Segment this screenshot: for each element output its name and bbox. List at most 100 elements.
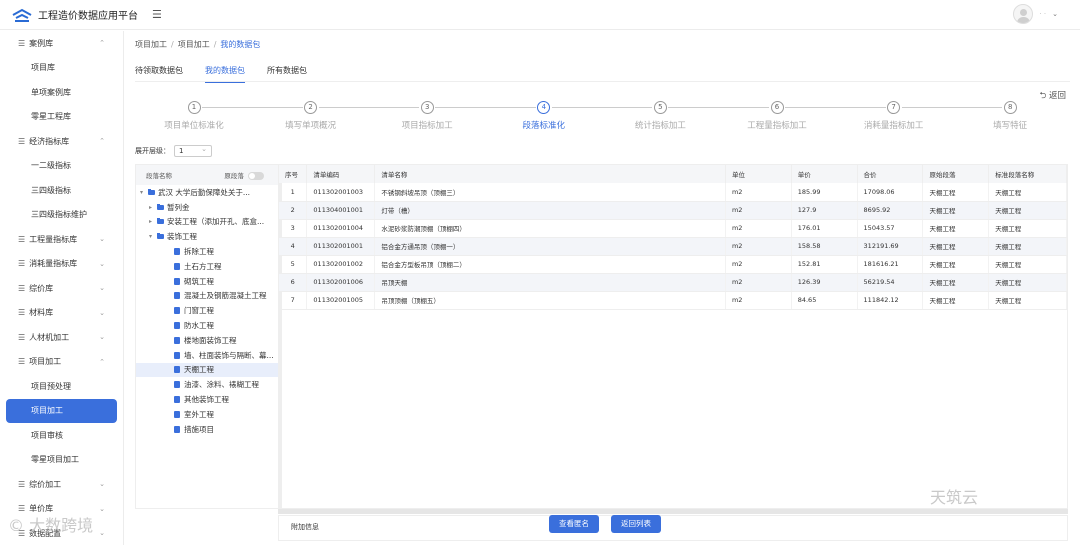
avatar[interactable]	[1013, 4, 1034, 24]
table-row[interactable]: 1 011302001003 不锈钢斜坡吊顶（顶棚三） m2 185.99 17098.0…	[279, 183, 1067, 202]
step-item[interactable]: 5 统计指标加工	[600, 101, 720, 131]
user-menu[interactable]: · · ⌄	[1013, 4, 1058, 24]
table-cell: 天棚工程	[988, 273, 1067, 292]
table-row[interactable]: 3 011302001004 水泥砂浆防潮顶棚（顶棚四） m2 176.01 15043.…	[279, 219, 1067, 238]
table-cell: 011302001002	[306, 255, 376, 274]
chevron-down-icon[interactable]: ⌄	[99, 284, 105, 292]
step-item[interactable]: 4 段落标准化	[484, 101, 604, 131]
tree-node[interactable]: 土石方工程	[136, 259, 278, 274]
sidebar-item[interactable]: 一二级指标	[0, 154, 123, 179]
table-row[interactable]: 7 011302001005 吊顶顶棚（顶棚五） m2 84.65 111842.12 天棚…	[279, 291, 1067, 310]
sidebar-item[interactable]: 单项案例库	[0, 80, 123, 105]
step-item[interactable]: 8 填写特征	[950, 101, 1070, 131]
table-cell: 铝合金方型板吊顶（顶棚二）	[374, 255, 726, 274]
hamburger-icon[interactable]: ☰	[152, 8, 162, 21]
tree-node[interactable]: 防水工程	[136, 318, 278, 333]
table-cell: m2	[725, 273, 792, 292]
tree-node[interactable]: ▸ 安装工程（添加开孔、底盒...	[136, 215, 278, 230]
back-to-list-button[interactable]: 返回列表	[611, 515, 661, 533]
step-item[interactable]: 3 项目指标加工	[367, 101, 487, 131]
sidebar-group[interactable]: ☰ 人材机加工 ⌄	[0, 325, 123, 350]
step-number: 3	[420, 101, 434, 114]
sidebar-item[interactable]: 项目审核	[0, 423, 123, 448]
chevron-down-icon[interactable]: ⌄	[1052, 10, 1058, 18]
view-anonymous-button[interactable]: 查看匿名	[549, 515, 599, 533]
table-resize-handle[interactable]	[278, 509, 1068, 514]
column-header[interactable]: 清单名称	[374, 165, 726, 183]
caret-down-icon[interactable]: ▾	[149, 233, 157, 240]
chevron-down-icon[interactable]: ⌄	[99, 480, 105, 488]
sidebar-group[interactable]: ☰ 案例库 ⌃	[0, 31, 123, 56]
tree-node[interactable]: 墙、柱面装饰与隔断、幕...	[136, 348, 278, 363]
sidebar-item[interactable]: 零星工程库	[0, 105, 123, 130]
caret-right-icon[interactable]: ▸	[149, 204, 157, 211]
tree-node[interactable]: ▾ 装饰工程	[136, 229, 278, 244]
tree-node[interactable]: ▾ 武汉 大学后勤保障处关于...	[136, 185, 278, 200]
chevron-down-icon[interactable]: ⌄	[99, 309, 105, 317]
sidebar-item[interactable]: 项目预处理	[0, 374, 123, 399]
table-cell: 011302001001	[306, 237, 376, 256]
breadcrumb-item[interactable]: 项目加工	[135, 40, 167, 49]
chevron-down-icon[interactable]: ⌄	[99, 505, 105, 513]
chevron-down-icon[interactable]: ⌄	[99, 235, 105, 243]
caret-down-icon[interactable]: ▾	[140, 189, 148, 196]
breadcrumb-item[interactable]: 项目加工	[178, 40, 210, 49]
step-item[interactable]: 1 项目单位标准化	[134, 101, 254, 131]
tree-node[interactable]: 砌筑工程	[136, 274, 278, 289]
column-header[interactable]: 清单编码	[306, 165, 376, 183]
sidebar-group[interactable]: ☰ 材料库 ⌄	[0, 301, 123, 326]
table-cell: 水泥砂浆防潮顶棚（顶棚四）	[374, 219, 726, 238]
step-number: 7	[887, 101, 901, 114]
tree-node[interactable]: 其他装饰工程	[136, 392, 278, 407]
sidebar-group[interactable]: ☰ 综价加工 ⌄	[0, 472, 123, 497]
tree-node[interactable]: ▸ 暂列金	[136, 200, 278, 215]
tree-node[interactable]: 混凝土及钢筋混凝土工程	[136, 289, 278, 304]
step-item[interactable]: 7 消耗量指标加工	[834, 101, 954, 131]
column-header[interactable]: 标准段落名称	[988, 165, 1067, 183]
table-cell: 126.39	[791, 273, 858, 292]
sidebar-item[interactable]: 三四级指标维护	[0, 203, 123, 228]
table-row[interactable]: 2 011304001001 灯带（槽） m2 127.9 8695.92 天棚工程 天棚工程	[279, 201, 1067, 220]
step-item[interactable]: 6 工程量指标加工	[717, 101, 837, 131]
expand-level-select[interactable]: 1	[174, 144, 212, 157]
chevron-up-icon[interactable]: ⌃	[99, 39, 105, 47]
column-header[interactable]: 单价	[791, 165, 858, 183]
column-header[interactable]: 合价	[857, 165, 924, 183]
chevron-down-icon[interactable]: ⌄	[99, 260, 105, 268]
sidebar-item-label: 项目加工	[29, 357, 62, 367]
caret-right-icon[interactable]: ▸	[149, 218, 157, 225]
document-icon	[174, 366, 180, 374]
sidebar-item[interactable]: 零星项目加工	[0, 448, 123, 473]
chevron-down-icon[interactable]: ⌄	[99, 333, 105, 341]
chevron-up-icon[interactable]: ⌃	[99, 358, 105, 366]
table-row[interactable]: 5 011302001002 铝合金方型板吊顶（顶棚二） m2 152.81 181616…	[279, 255, 1067, 274]
sidebar-group[interactable]: ☰ 综价库 ⌄	[0, 276, 123, 301]
tree-node[interactable]: 措施项目	[136, 422, 278, 437]
document-icon	[174, 307, 180, 315]
sidebar-group[interactable]: ☰ 工程量指标库 ⌄	[0, 227, 123, 252]
table-cell: 7	[279, 291, 308, 310]
sidebar-item[interactable]: 三四级指标	[0, 178, 123, 203]
original-paragraph-toggle[interactable]	[248, 172, 264, 180]
chevron-down-icon[interactable]: ⌄	[99, 529, 105, 537]
table-row[interactable]: 4 011302001001 铝合金方通吊顶（顶棚一） m2 158.58 312191.…	[279, 237, 1067, 256]
tree-node[interactable]: 室外工程	[136, 407, 278, 422]
sidebar-item[interactable]: 项目加工	[6, 398, 117, 423]
chevron-up-icon[interactable]: ⌃	[99, 137, 105, 145]
sidebar-item[interactable]: 项目库	[0, 56, 123, 81]
sidebar-group[interactable]: ☰ 经济指标库 ⌃	[0, 129, 123, 154]
column-header[interactable]: 序号	[279, 165, 308, 183]
main-content: 项目加工 / 项目加工 / 我的数据包 待领取数据包 我的数据包 所有数据包 ⮌ 返回 1项…	[125, 31, 1080, 545]
sidebar-group[interactable]: ☰ 消耗量指标库 ⌄	[0, 252, 123, 277]
sidebar-group[interactable]: ☰ 项目加工 ⌃	[0, 350, 123, 375]
table-row[interactable]: 6 011302001006 吊顶天棚 m2 126.39 56219.54 天棚工程 天棚工…	[279, 273, 1067, 292]
tree-node[interactable]: 门窗工程	[136, 303, 278, 318]
expand-level: 展开层级： 1	[135, 144, 212, 157]
column-header[interactable]: 单位	[725, 165, 792, 183]
column-header[interactable]: 原始段落	[922, 165, 990, 183]
tree-node[interactable]: 楼地面装饰工程	[136, 333, 278, 348]
tree-node[interactable]: 拆除工程	[136, 244, 278, 259]
tree-node[interactable]: 天棚工程	[136, 362, 278, 378]
step-item[interactable]: 2 填写单项概况	[251, 101, 371, 131]
tree-node[interactable]: 油漆、涂料、裱糊工程	[136, 377, 278, 392]
